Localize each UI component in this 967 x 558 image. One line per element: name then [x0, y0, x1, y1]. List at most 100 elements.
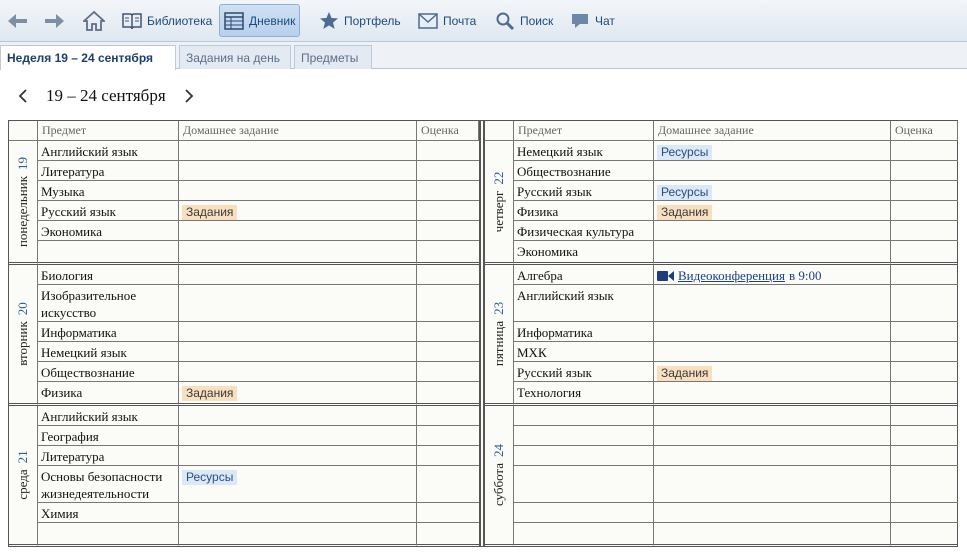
lesson-grade	[417, 161, 479, 181]
chat-label: Чат	[595, 13, 615, 28]
resources-link[interactable]: Ресурсы	[657, 185, 713, 200]
home-button[interactable]	[78, 4, 110, 37]
diary-button[interactable]: Дневник	[219, 4, 301, 37]
lesson-homework	[654, 426, 891, 446]
lesson-homework	[179, 446, 417, 466]
weekly-diary: Предмет Домашнее задание Оценка понедельник…	[8, 120, 958, 547]
day-label: среда 21	[9, 406, 38, 547]
resources-link[interactable]: Ресурсы	[182, 470, 238, 485]
lesson-subject: Технология	[514, 382, 654, 406]
lesson-subject	[514, 466, 654, 503]
tasks-link[interactable]: Задания	[657, 366, 713, 381]
diary-label: Дневник	[249, 13, 296, 28]
tasks-link[interactable]: Задания	[182, 205, 238, 220]
lesson-grade	[417, 221, 479, 241]
lesson-grade	[417, 265, 479, 285]
lesson-subject: Изобразительное искусство	[38, 285, 179, 322]
next-week-button[interactable]	[180, 83, 198, 109]
lesson-subject: Экономика	[514, 241, 654, 265]
lesson-grade	[417, 201, 479, 221]
column-header-day	[9, 121, 38, 141]
lesson-grade	[891, 503, 958, 523]
lesson-subject: Английский язык	[38, 141, 179, 161]
lesson-grade	[891, 342, 958, 362]
lesson-subject: Музыка	[38, 181, 179, 201]
lesson-grade	[891, 382, 958, 406]
week-title: 19 – 24 сентября	[46, 86, 166, 105]
search-button[interactable]: Поиск	[490, 4, 558, 37]
day-number: 20	[15, 302, 30, 316]
forward-button[interactable]	[38, 4, 70, 37]
lesson-grade	[891, 161, 958, 181]
chevron-left-icon	[18, 89, 27, 103]
lesson-grade	[891, 426, 958, 446]
back-button[interactable]	[2, 4, 34, 37]
lesson-subject	[514, 523, 654, 547]
lesson-grade	[891, 181, 958, 201]
lesson-grade	[417, 181, 479, 201]
column-header-subject: Предмет	[514, 121, 654, 141]
lesson-homework	[654, 285, 891, 322]
top-toolbar: Библиотека Дневник Портфель Почта Поиск	[0, 0, 967, 42]
star-icon	[320, 11, 338, 29]
portfolio-button[interactable]: Портфель	[314, 4, 406, 37]
library-label: Библиотека	[147, 13, 213, 28]
video-conference: Видеоконференция в 9:00	[657, 267, 887, 284]
lesson-grade	[417, 406, 479, 426]
lesson-homework	[179, 181, 417, 201]
lesson-subject	[38, 523, 179, 547]
lesson-subject: Алгебра	[514, 265, 654, 285]
diary-left-half: Предмет Домашнее задание Оценка понедельник…	[9, 121, 479, 547]
lesson-homework	[179, 426, 417, 446]
lesson-homework	[654, 322, 891, 342]
lesson-grade	[891, 201, 958, 221]
tasks-link[interactable]: Задания	[182, 386, 238, 401]
search-icon	[496, 12, 515, 30]
chat-button[interactable]: Чат	[565, 4, 620, 37]
mail-button[interactable]: Почта	[413, 4, 481, 37]
lesson-grade	[417, 446, 479, 466]
column-header-homework: Домашнее задание	[654, 121, 891, 141]
lesson-grade	[891, 285, 958, 322]
lesson-subject: Информатика	[38, 322, 179, 342]
prev-week-button[interactable]	[14, 83, 32, 109]
tab-week[interactable]: Неделя 19 – 24 сентября	[0, 45, 176, 70]
lesson-grade	[417, 426, 479, 446]
resources-link[interactable]: Ресурсы	[657, 145, 713, 160]
arrow-right-icon	[45, 13, 64, 28]
portfolio-label: Портфель	[344, 13, 401, 28]
lesson-homework	[179, 342, 417, 362]
lesson-homework	[654, 241, 891, 265]
lesson-homework	[179, 503, 417, 523]
library-button[interactable]: Библиотека	[117, 4, 217, 37]
home-icon	[83, 10, 105, 31]
tab-subjects[interactable]: Предметы	[294, 45, 372, 69]
lesson-subject: Экономика	[38, 221, 179, 241]
lesson-homework	[179, 285, 417, 322]
lesson-homework	[179, 322, 417, 342]
day-name: четверг	[491, 190, 506, 232]
lesson-subject: Русский язык	[514, 181, 654, 201]
lesson-homework	[654, 406, 891, 426]
lesson-grade	[417, 466, 479, 503]
video-conference-link[interactable]: Видеоконференция	[678, 267, 785, 284]
search-label: Поиск	[520, 13, 554, 28]
lesson-subject: Обществознание	[38, 362, 179, 382]
day-number: 23	[491, 301, 506, 315]
tasks-link[interactable]: Задания	[657, 205, 713, 220]
day-name: пятница	[491, 320, 506, 367]
lesson-homework	[654, 466, 891, 503]
lesson-homework	[654, 382, 891, 406]
day-name: понедельник	[15, 175, 30, 247]
lesson-grade	[891, 466, 958, 503]
tab-day-tasks[interactable]: Задания на день	[179, 45, 291, 69]
lesson-subject: Биология	[38, 265, 179, 285]
day-name: среда	[15, 469, 30, 500]
lesson-subject: Обществознание	[514, 161, 654, 181]
lesson-subject: Химия	[38, 503, 179, 523]
lesson-subject: Английский язык	[514, 285, 654, 322]
lesson-homework	[179, 161, 417, 181]
lesson-grade	[891, 221, 958, 241]
column-header-subject: Предмет	[38, 121, 179, 141]
lesson-subject: Литература	[38, 446, 179, 466]
